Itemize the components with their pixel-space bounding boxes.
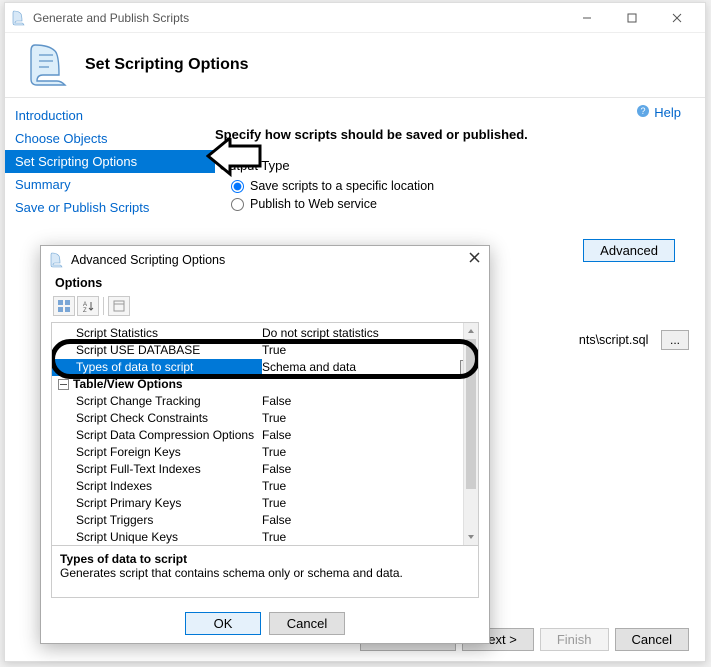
wizard-header: Set Scripting Options xyxy=(5,33,705,97)
script-icon xyxy=(25,41,73,89)
app-icon xyxy=(11,10,27,26)
scroll-down-button[interactable] xyxy=(464,529,478,545)
advanced-options-dialog: Advanced Scripting Options Options AZ Sc… xyxy=(40,245,490,644)
property-grid[interactable]: Script StatisticsDo not script statistic… xyxy=(51,322,479,546)
minimize-button[interactable] xyxy=(564,3,609,32)
dialog-cancel-button[interactable]: Cancel xyxy=(269,612,345,635)
radio-publish-label: Publish to Web service xyxy=(250,197,377,211)
options-heading: Options xyxy=(55,276,479,290)
sidebar-item-introduction[interactable]: Introduction xyxy=(5,104,215,127)
scroll-thumb[interactable] xyxy=(466,339,476,489)
titlebar: Generate and Publish Scripts xyxy=(5,3,705,33)
collapse-icon[interactable] xyxy=(58,379,69,390)
ok-button[interactable]: OK xyxy=(185,612,261,635)
output-type-legend: Output Type xyxy=(219,158,691,173)
prop-row-script-use-database[interactable]: Script USE DATABASETrue xyxy=(52,342,478,359)
sidebar-item-set-scripting-options[interactable]: Set Scripting Options xyxy=(5,150,215,173)
prop-row-indexes[interactable]: Script IndexesTrue xyxy=(52,478,478,495)
sidebar-item-choose-objects[interactable]: Choose Objects xyxy=(5,127,215,150)
prop-row-foreign-keys[interactable]: Script Foreign KeysTrue xyxy=(52,444,478,461)
dialog-title: Advanced Scripting Options xyxy=(71,253,468,267)
radio-save-location[interactable]: Save scripts to a specific location xyxy=(231,179,691,193)
output-type-group: Output Type Save scripts to a specific l… xyxy=(223,158,691,211)
finish-button: Finish xyxy=(540,628,609,651)
close-button[interactable] xyxy=(654,3,699,32)
instruction-text: Specify how scripts should be saved or p… xyxy=(215,127,691,142)
prop-row-types-of-data[interactable]: Types of data to script Schema and data xyxy=(52,359,478,376)
help-icon: ? xyxy=(636,104,650,121)
property-grid-toolbar: AZ xyxy=(53,296,479,316)
svg-text:Z: Z xyxy=(83,308,87,313)
prop-row-change-tracking[interactable]: Script Change TrackingFalse xyxy=(52,393,478,410)
prop-row-unique-keys[interactable]: Script Unique KeysTrue xyxy=(52,529,478,546)
property-pages-button[interactable] xyxy=(108,296,130,316)
radio-save-label: Save scripts to a specific location xyxy=(250,179,434,193)
description-title: Types of data to script xyxy=(60,552,470,566)
browse-button[interactable]: ... xyxy=(661,330,689,350)
categorized-view-button[interactable] xyxy=(53,296,75,316)
file-name-field[interactable]: nts\script.sql xyxy=(574,330,653,350)
prop-row-fulltext-indexes[interactable]: Script Full-Text IndexesFalse xyxy=(52,461,478,478)
types-of-data-value: Schema and data xyxy=(262,359,356,376)
scrollbar[interactable] xyxy=(463,323,478,545)
scroll-up-button[interactable] xyxy=(464,323,478,339)
svg-text:?: ? xyxy=(641,106,646,116)
radio-publish-web[interactable]: Publish to Web service xyxy=(231,197,691,211)
window-title: Generate and Publish Scripts xyxy=(33,11,564,25)
cancel-button[interactable]: Cancel xyxy=(615,628,689,651)
dialog-app-icon xyxy=(49,252,65,268)
prop-row-triggers[interactable]: Script TriggersFalse xyxy=(52,512,478,529)
property-description: Types of data to script Generates script… xyxy=(51,546,479,598)
prop-row-check-constraints[interactable]: Script Check ConstraintsTrue xyxy=(52,410,478,427)
help-label: Help xyxy=(654,105,681,120)
maximize-button[interactable] xyxy=(609,3,654,32)
sidebar-item-save-publish[interactable]: Save or Publish Scripts xyxy=(5,196,215,219)
prop-row-primary-keys[interactable]: Script Primary KeysTrue xyxy=(52,495,478,512)
alphabetical-view-button[interactable]: AZ xyxy=(77,296,99,316)
prop-row-data-compression[interactable]: Script Data Compression OptionsFalse xyxy=(52,427,478,444)
description-text: Generates script that contains schema on… xyxy=(60,566,470,580)
dialog-close-button[interactable] xyxy=(468,251,481,269)
dialog-titlebar: Advanced Scripting Options xyxy=(41,246,489,274)
page-title: Set Scripting Options xyxy=(85,56,249,74)
sidebar-item-summary[interactable]: Summary xyxy=(5,173,215,196)
prop-section-table-view[interactable]: Table/View Options xyxy=(52,376,478,393)
help-link[interactable]: ? Help xyxy=(636,104,681,121)
prop-row-script-statistics[interactable]: Script StatisticsDo not script statistic… xyxy=(52,325,478,342)
advanced-button[interactable]: Advanced xyxy=(583,239,675,262)
